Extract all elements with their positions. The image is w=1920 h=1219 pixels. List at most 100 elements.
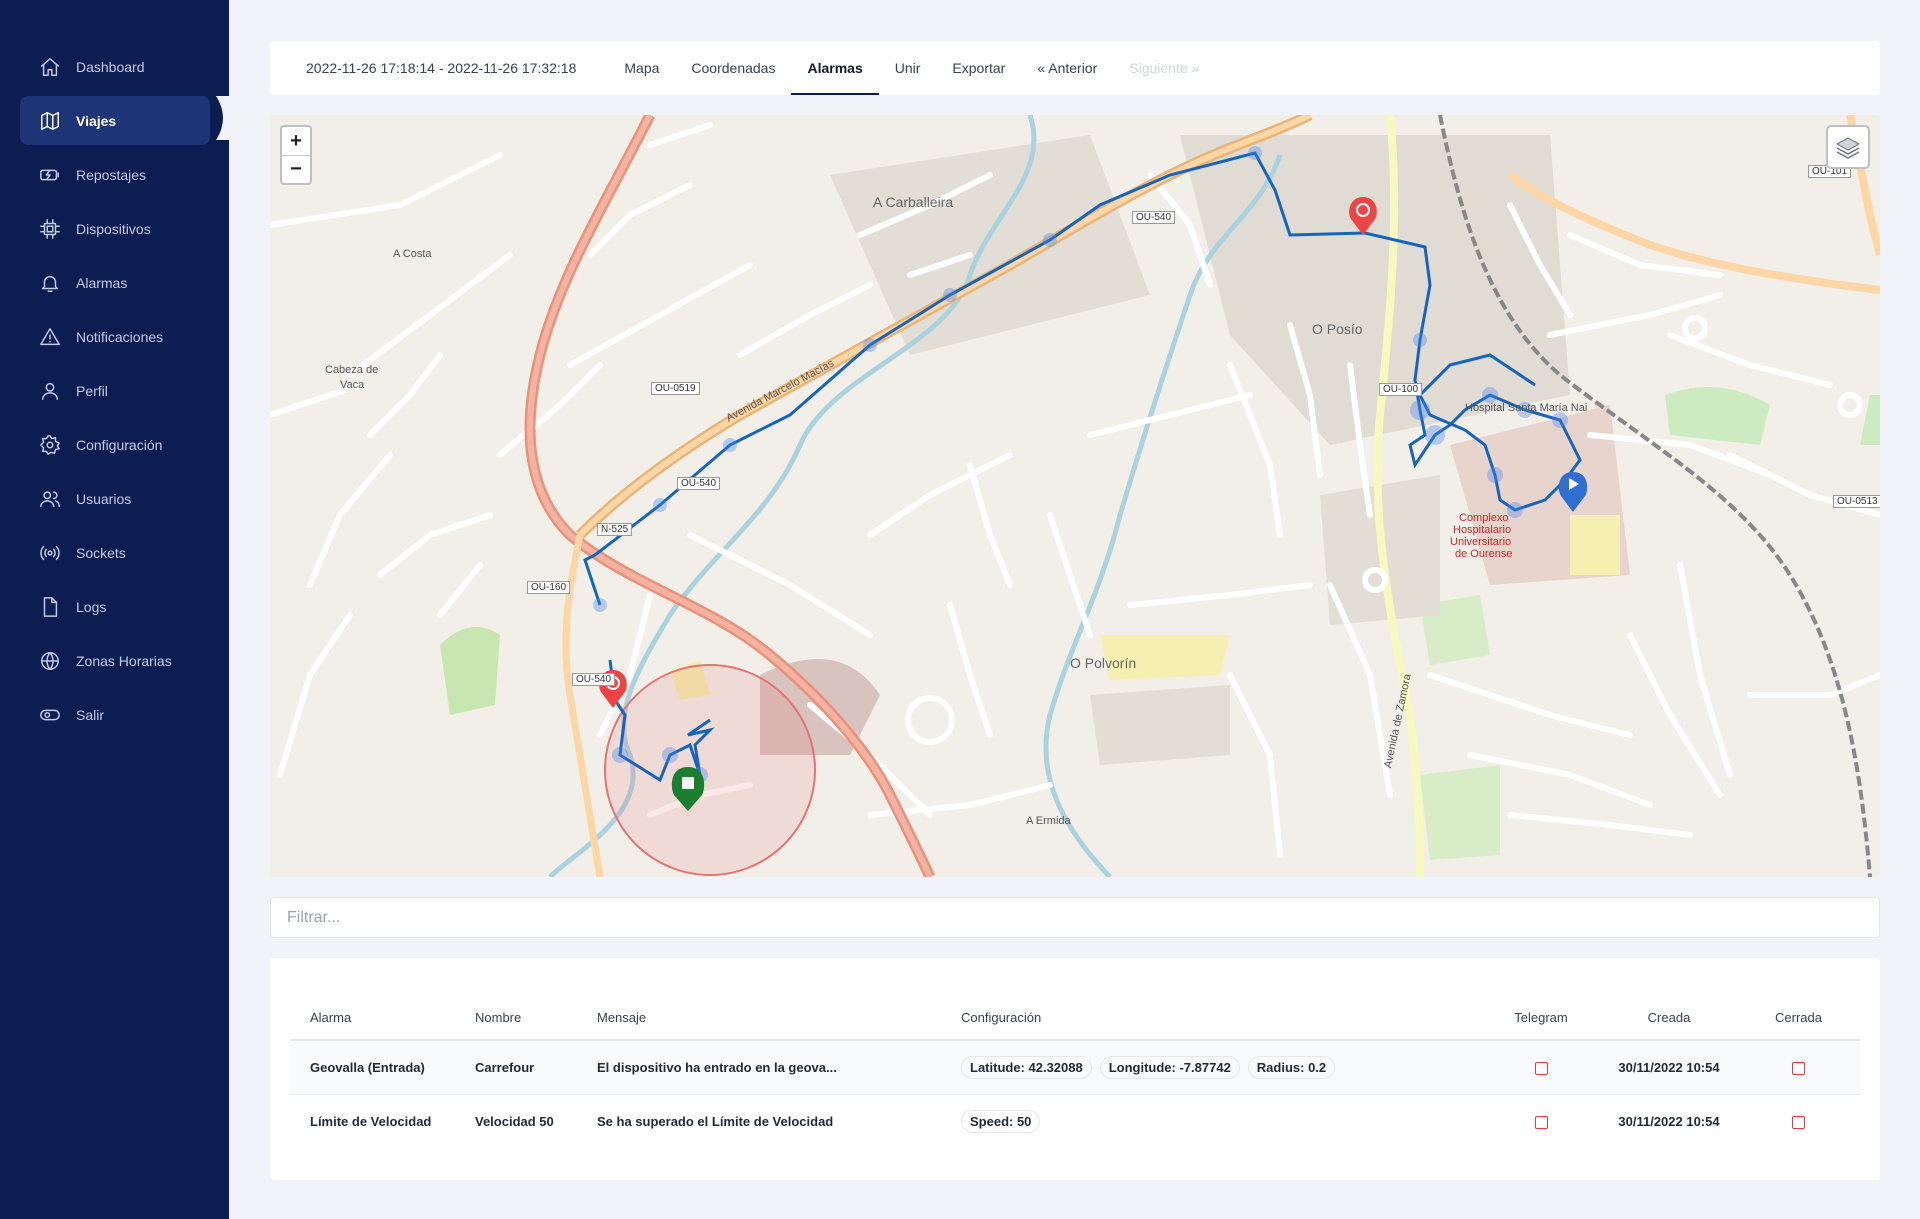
cell-creada: 30/11/2022 10:54 (1601, 1093, 1737, 1148)
roundabout (1837, 392, 1863, 418)
map-label-road: OU-0519 (651, 382, 700, 395)
cell-nombre: Velocidad 50 (455, 1093, 577, 1148)
layers-icon (1835, 137, 1861, 159)
cell-mensaje: Se ha superado el Límite de Velocidad (577, 1093, 941, 1148)
table-header-row: Alarma Nombre Mensaje Configuración Tele… (290, 996, 1860, 1041)
header-cerrada[interactable]: Cerrada (1737, 996, 1860, 1041)
map-label-hospital: de Ourense (1455, 548, 1513, 560)
filter-input[interactable] (270, 897, 1880, 938)
config-pill: Speed: 50 (961, 1109, 1041, 1133)
cell-nombre: Carrefour (455, 1040, 577, 1094)
sidebar-item-zonas-horarias[interactable]: Zonas Horarias (20, 636, 210, 685)
map-label-road: OU-540 (572, 673, 616, 686)
tab-unir[interactable]: Unir (879, 41, 937, 95)
sidebar-item-sockets[interactable]: Sockets (20, 528, 210, 577)
map-label-place: Vaca (340, 379, 365, 391)
map-label-place: O Polvorín (1070, 655, 1137, 671)
home-icon (38, 55, 62, 79)
urban-block (830, 135, 1150, 355)
tab-alarmas[interactable]: Alarmas (791, 41, 880, 95)
header-creada[interactable]: Creada (1601, 996, 1737, 1041)
trip-tabs: 2022-11-26 17:18:14 - 2022-11-26 17:32:1… (270, 41, 1880, 95)
cerrada-checkbox[interactable] (1792, 1061, 1805, 1075)
alarms-table: Alarma Nombre Mensaje Configuración Tele… (290, 996, 1860, 1148)
cell-mensaje: El dispositivo ha entrado en la geova... (577, 1040, 941, 1094)
sidebar-item-viajes[interactable]: Viajes (20, 96, 210, 145)
cell-telegram (1481, 1040, 1601, 1094)
sidebar-item-label: Perfil (76, 382, 108, 399)
table-row[interactable]: Geovalla (Entrada) Carrefour El disposit… (290, 1040, 1860, 1094)
config-pill: Latitude: 42.32088 (961, 1055, 1092, 1079)
park-area (1420, 765, 1500, 860)
tab-coordenadas[interactable]: Coordenadas (675, 41, 791, 95)
gear-icon (38, 433, 62, 457)
config-pill: Longitude: -7.87742 (1099, 1055, 1240, 1079)
header-configuracion[interactable]: Configuración (941, 996, 1481, 1041)
park-area (1860, 395, 1880, 445)
sidebar-item-label: Logs (76, 598, 107, 615)
header-alarma[interactable]: Alarma (290, 996, 455, 1041)
sidebar-item-perfil[interactable]: Perfil (20, 366, 210, 415)
sidebar-item-notificaciones[interactable]: Notificaciones (20, 312, 210, 361)
sidebar-item-label: Dispositivos (76, 220, 151, 237)
map-label-hospital: Universitario (1450, 536, 1512, 548)
map-layers-button[interactable] (1826, 125, 1870, 169)
sidebar-item-logs[interactable]: Logs (20, 582, 210, 631)
trip-date-range: 2022-11-26 17:18:14 - 2022-11-26 17:32:1… (306, 60, 577, 76)
sidebar-item-alarmas[interactable]: Alarmas (20, 258, 210, 307)
tab-siguiente: Siguiente » (1129, 60, 1200, 76)
sidebar-item-dispositivos[interactable]: Dispositivos (20, 204, 210, 253)
cell-alarma: Geovalla (Entrada) (290, 1040, 455, 1094)
map-label-road: OU-160 (527, 581, 571, 594)
map-label-place: O Posío (1312, 321, 1363, 337)
park-area (440, 627, 500, 715)
map-label-hospital: Complexo (1459, 512, 1509, 524)
sidebar-item-label: Dashboard (76, 58, 145, 75)
chip-icon (38, 217, 62, 241)
map-label-road: OU-100 (1379, 383, 1423, 396)
header-telegram[interactable]: Telegram (1481, 996, 1601, 1041)
sidebar-item-repostajes[interactable]: Repostajes (20, 150, 210, 199)
trip-map[interactable]: A Carballeira O Posío O Polvorín A Costa… (270, 115, 1880, 877)
sidebar-item-label: Viajes (76, 112, 117, 129)
users-icon (38, 487, 62, 511)
zoom-in-button[interactable]: + (282, 127, 310, 155)
tab-mapa[interactable]: Mapa (608, 41, 675, 95)
map-label-road: OU-540 (1132, 211, 1176, 224)
cell-cerrada (1737, 1093, 1860, 1148)
tab-exportar[interactable]: Exportar (936, 41, 1021, 95)
zoom-out-button[interactable]: − (282, 155, 310, 183)
sidebar-notch (216, 96, 230, 140)
hospital-area (1570, 515, 1620, 575)
document-icon (38, 595, 62, 619)
map-label-road: OU-0513 (1833, 495, 1880, 508)
sidebar: Dashboard Viajes Repostajes Dispositivos… (0, 0, 230, 1219)
tab-anterior[interactable]: « Anterior (1021, 41, 1113, 95)
header-nombre[interactable]: Nombre (455, 996, 577, 1041)
telegram-checkbox[interactable] (1534, 1061, 1548, 1075)
sidebar-item-configuracion[interactable]: Configuración (20, 420, 210, 469)
sidebar-item-usuarios[interactable]: Usuarios (20, 474, 210, 523)
sidebar-item-dashboard[interactable]: Dashboard (20, 42, 210, 91)
cell-configuracion: Latitude: 42.32088 Longitude: -7.87742 Rad… (941, 1040, 1481, 1094)
map-zoom-control: + − (280, 125, 312, 185)
map-label-place: A Costa (393, 248, 432, 260)
table-row[interactable]: Límite de Velocidad Velocidad 50 Se ha s… (290, 1093, 1860, 1148)
geofence-circle[interactable] (604, 664, 816, 876)
sidebar-item-label: Repostajes (76, 166, 147, 183)
header-mensaje[interactable]: Mensaje (577, 996, 941, 1041)
cerrada-checkbox[interactable] (1792, 1115, 1805, 1129)
sidebar-item-label: Salir (76, 706, 105, 723)
cell-cerrada (1737, 1040, 1860, 1094)
urban-block (1090, 685, 1230, 765)
sidebar-nav: Dashboard Viajes Repostajes Dispositivos… (20, 42, 210, 744)
map-label-road: OU-540 (677, 477, 721, 490)
sidebar-item-label: Sockets (76, 544, 126, 561)
map-label-place: A Carballeira (873, 194, 954, 210)
toggle-icon (38, 703, 62, 727)
cell-alarma: Límite de Velocidad (290, 1093, 455, 1148)
park-area (1665, 387, 1770, 445)
telegram-checkbox[interactable] (1534, 1115, 1548, 1129)
map-canvas[interactable] (270, 115, 1880, 877)
sidebar-item-salir[interactable]: Salir (20, 690, 210, 739)
